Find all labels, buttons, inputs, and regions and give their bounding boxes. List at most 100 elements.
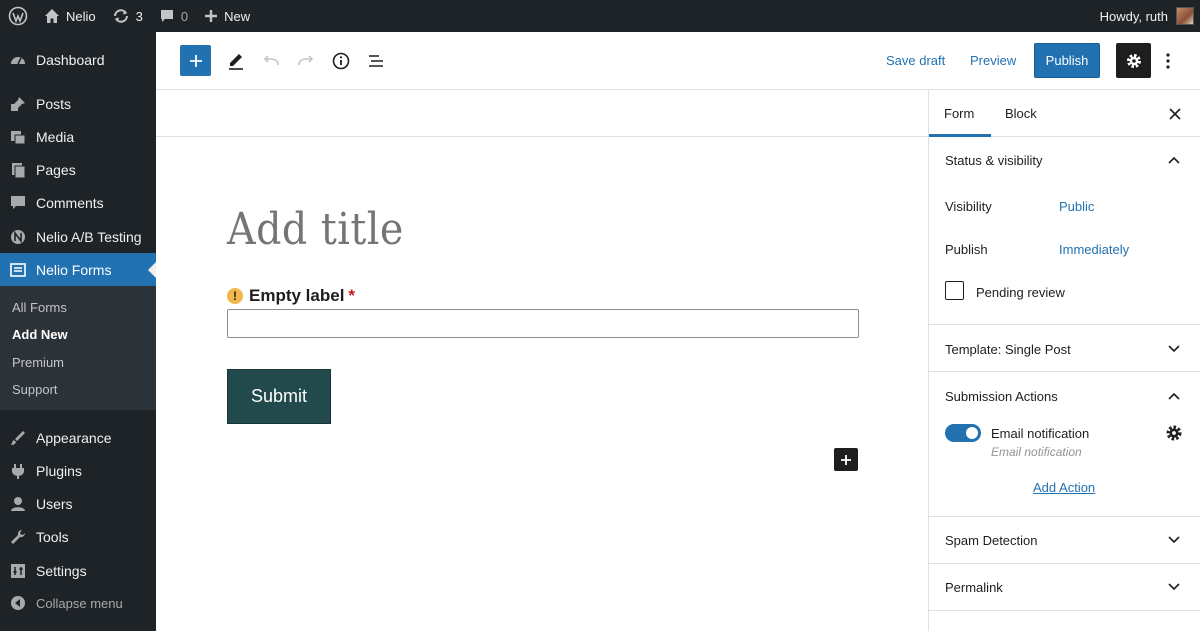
more-vertical-icon (1166, 53, 1170, 69)
new-content-link[interactable]: New (196, 0, 258, 32)
sidebar-item-label: Appearance (36, 430, 112, 446)
sidebar-item-nelio-ab-testing[interactable]: Nelio A/B Testing (0, 220, 156, 254)
submit-button[interactable]: Submit (227, 369, 331, 424)
publish-date-button[interactable]: Immediately (1059, 242, 1129, 257)
required-mark: * (348, 286, 356, 305)
visibility-value-button[interactable]: Public (1059, 199, 1094, 214)
undo-icon (263, 55, 279, 66)
submission-actions-toggle[interactable]: Submission Actions (945, 389, 1058, 404)
redo-button[interactable] (294, 49, 318, 73)
post-title-input[interactable]: Add title (227, 204, 404, 255)
email-notification-toggle[interactable] (945, 424, 981, 442)
pin-icon (0, 95, 36, 113)
comments-count: 0 (180, 8, 189, 24)
comments-link[interactable]: 0 (151, 0, 196, 32)
sidebar-item-label: Plugins (36, 463, 82, 479)
wordpress-logo-icon[interactable] (0, 0, 36, 32)
greeting: Howdy, ruth (1099, 8, 1168, 24)
list-view-button[interactable] (364, 49, 388, 73)
list-view-icon (369, 55, 383, 67)
chevron-up-icon[interactable] (1166, 388, 1182, 404)
sidebar-item-label: Tools (36, 529, 69, 545)
save-draft-button[interactable]: Save draft (886, 53, 945, 68)
gear-icon (1166, 425, 1182, 441)
action-description: Email notification (991, 445, 1082, 459)
admin-bar: Nelio 3 0 New Howdy, ruth (0, 0, 1200, 32)
permalink-toggle[interactable]: Permalink (945, 580, 1003, 595)
submenu-support[interactable]: Support (12, 382, 58, 397)
sidebar-item-comments[interactable]: Comments (0, 186, 156, 220)
collapse-menu-button[interactable]: Collapse menu (0, 586, 156, 620)
publish-button[interactable]: Publish (1034, 43, 1100, 78)
close-icon (1169, 108, 1181, 120)
form-field-label[interactable]: ! Empty label * (227, 286, 355, 306)
plus-icon (841, 454, 851, 465)
collapse-menu-label: Collapse menu (36, 595, 123, 611)
chevron-up-icon[interactable] (1166, 152, 1182, 168)
visibility-label: Visibility (945, 199, 992, 214)
add-action-link[interactable]: Add Action (1033, 480, 1095, 495)
dashboard-icon (0, 51, 36, 69)
tab-block[interactable]: Block (1005, 106, 1037, 121)
avatar (1176, 7, 1194, 25)
pending-review-label: Pending review (976, 285, 1065, 300)
settings-button[interactable] (1116, 43, 1151, 78)
action-name: Email notification (991, 426, 1090, 441)
template-toggle[interactable]: Template: Single Post (945, 342, 1071, 357)
sidebar-item-label: Users (36, 496, 73, 512)
close-sidebar-button[interactable] (1165, 104, 1185, 124)
block-inserter-button[interactable] (834, 448, 858, 471)
site-name: Nelio (66, 8, 96, 24)
action-settings-button[interactable] (1165, 424, 1183, 442)
sidebar-item-media[interactable]: Media (0, 120, 156, 154)
preview-button[interactable]: Preview (970, 53, 1016, 68)
sidebar-item-label: Posts (36, 96, 72, 112)
nelio-ab-icon (0, 228, 36, 246)
submenu-all-forms[interactable]: All Forms (12, 300, 67, 315)
undo-button[interactable] (259, 49, 283, 73)
submenu-add-new[interactable]: Add New (12, 327, 68, 342)
add-block-button[interactable] (180, 45, 211, 76)
form-text-input[interactable] (227, 309, 859, 338)
chevron-down-icon[interactable] (1166, 532, 1182, 548)
sidebar-item-users[interactable]: Users (0, 487, 156, 521)
more-options-button[interactable] (1158, 49, 1178, 73)
account-menu[interactable]: Howdy, ruth (1100, 7, 1200, 25)
site-name-link[interactable]: Nelio (36, 0, 104, 32)
new-label: New (224, 8, 251, 24)
sidebar-item-plugins[interactable]: Plugins (0, 454, 156, 488)
pending-review-checkbox[interactable] (945, 281, 964, 300)
sidebar-item-tools[interactable]: Tools (0, 520, 156, 554)
pages-icon (0, 161, 36, 179)
sidebar-item-dashboard[interactable]: Dashboard (0, 43, 156, 77)
chevron-down-icon[interactable] (1166, 579, 1182, 595)
plus-icon (189, 54, 202, 67)
sidebar-item-posts[interactable]: Posts (0, 87, 156, 121)
details-button[interactable] (329, 49, 353, 73)
plus-icon (205, 10, 218, 22)
sidebar-item-settings[interactable]: Settings (0, 554, 156, 588)
submenu-premium[interactable]: Premium (12, 355, 64, 370)
info-icon (332, 52, 350, 70)
sidebar-item-nelio-forms[interactable]: Nelio Forms (0, 253, 156, 287)
sidebar-item-appearance[interactable]: Appearance (0, 421, 156, 455)
sidebar-item-label: Pages (36, 162, 76, 178)
spam-detection-toggle[interactable]: Spam Detection (945, 533, 1038, 548)
user-icon (0, 495, 36, 513)
chevron-down-icon[interactable] (1166, 341, 1182, 357)
forms-icon (0, 261, 36, 279)
status-visibility-toggle[interactable]: Status & visibility (945, 153, 1043, 168)
sidebar-item-label: Nelio A/B Testing (36, 229, 142, 245)
wrench-icon (0, 528, 36, 546)
nelio-forms-submenu: All Forms Add New Premium Support (0, 286, 156, 410)
canvas-divider (156, 136, 928, 137)
brush-icon (0, 429, 36, 447)
sidebar-item-pages[interactable]: Pages (0, 153, 156, 187)
warning-icon: ! (227, 288, 243, 304)
tools-button[interactable] (224, 49, 248, 73)
editor-canvas: Add title ! Empty label * Submit (156, 90, 928, 631)
home-icon (45, 9, 59, 23)
updates-link[interactable]: 3 (104, 0, 151, 32)
tab-form[interactable]: Form (944, 106, 974, 121)
settings-icon (0, 562, 36, 580)
